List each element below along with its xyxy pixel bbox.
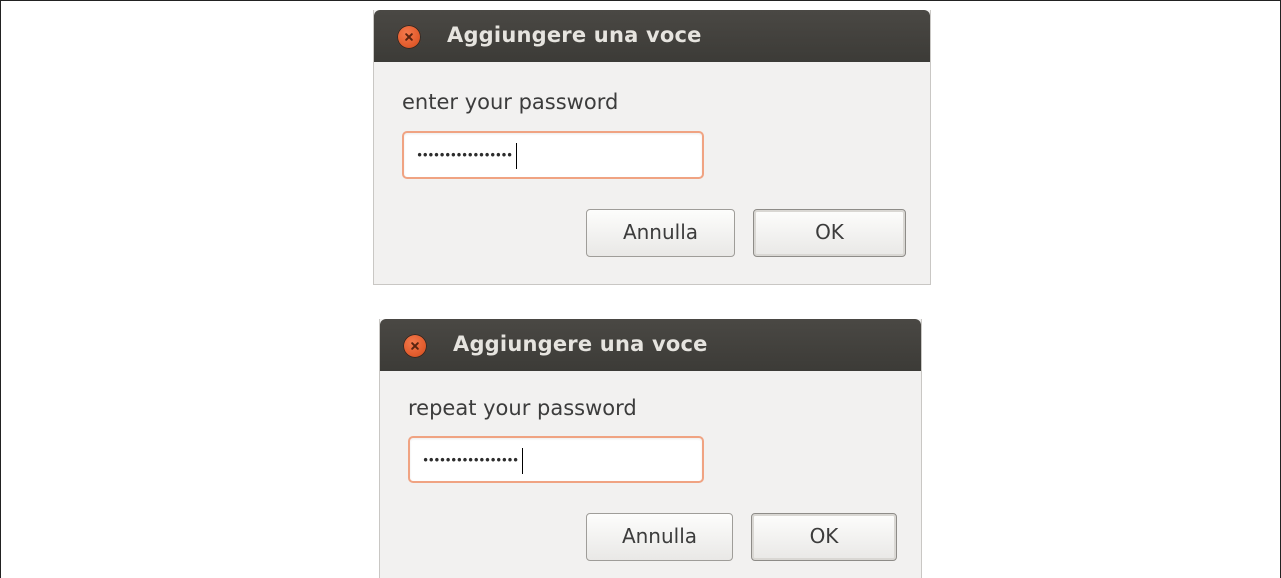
close-icon[interactable]: [403, 334, 427, 358]
dialog-titlebar[interactable]: Aggiungere una voce: [374, 10, 930, 62]
password-input[interactable]: •••••••••••••••••: [402, 131, 704, 179]
dialog-titlebar[interactable]: Aggiungere una voce: [380, 319, 921, 371]
dialog-title: Aggiungere una voce: [447, 23, 702, 47]
ok-button[interactable]: OK: [751, 513, 897, 561]
ok-button[interactable]: OK: [753, 209, 906, 257]
password-mask: •••••••••••••••••: [416, 143, 517, 169]
password-prompt-label: enter your password: [402, 90, 619, 114]
dialog-title: Aggiungere una voce: [453, 332, 708, 356]
dialog-repeat-password: Aggiungere una voce repeat your password…: [379, 319, 922, 578]
close-icon[interactable]: [397, 25, 421, 49]
text-caret: [521, 448, 523, 474]
password-prompt-label: repeat your password: [408, 396, 637, 420]
cancel-button[interactable]: Annulla: [586, 209, 735, 257]
password-repeat-input[interactable]: •••••••••••••••••: [408, 436, 704, 483]
text-caret: [515, 143, 517, 169]
cancel-button[interactable]: Annulla: [586, 513, 733, 561]
password-mask: •••••••••••••••••: [422, 448, 523, 474]
dialog-enter-password: Aggiungere una voce enter your password …: [373, 10, 931, 285]
